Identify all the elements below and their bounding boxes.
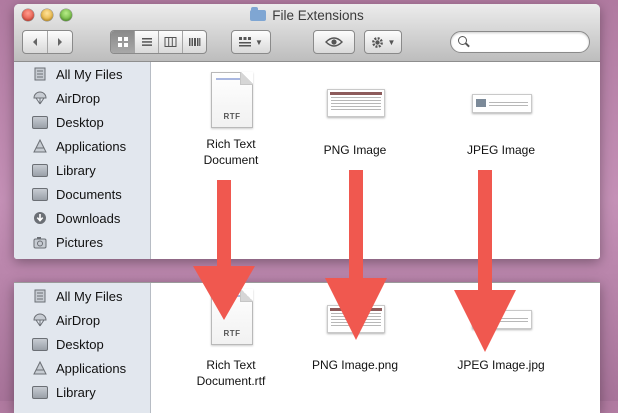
annotation-arrows bbox=[193, 170, 516, 352]
red-arrow-icon bbox=[454, 170, 516, 352]
red-arrow-icon bbox=[325, 170, 387, 340]
red-arrow-icon bbox=[193, 180, 255, 320]
